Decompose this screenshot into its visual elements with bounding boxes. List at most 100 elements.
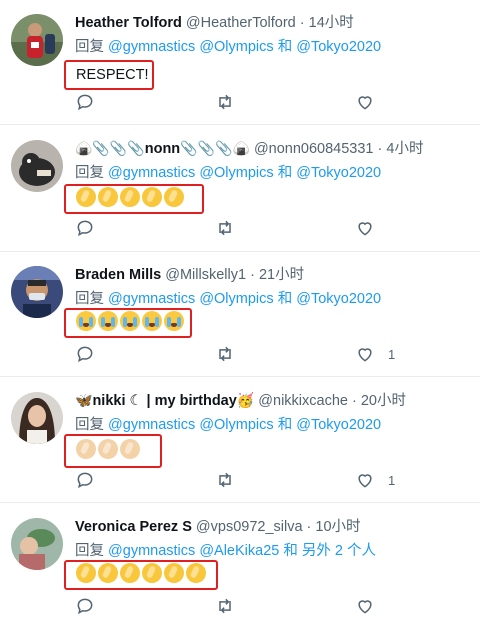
user-handle[interactable]: @Millskelly1 (165, 267, 246, 283)
retweet-icon (219, 94, 231, 110)
name-emoji: 🦋 (75, 393, 93, 409)
clap-emoji-icon (98, 439, 118, 459)
tweet-content-highlight (64, 184, 204, 214)
like-count: 1 (388, 472, 396, 488)
tweet-header: 🦋nikki ☾ | my birthday🥳 @nikkixcache · 2… (75, 390, 406, 412)
tweet[interactable]: 🍙📎📎📎nonn📎📎📎🍙 @nonn060845331 · 4小时 回复 @gy… (0, 138, 480, 250)
tweet-text (76, 187, 186, 211)
mention-link[interactable]: @gymnastics (108, 165, 195, 181)
display-name[interactable]: Heather Tolford (75, 15, 182, 31)
separator: · (347, 393, 361, 409)
display-name[interactable]: Braden Mills (75, 267, 161, 283)
tweet-text (76, 439, 142, 463)
mention-link[interactable]: @gymnastics (108, 543, 195, 559)
like-button[interactable]: 1 (355, 344, 395, 364)
timestamp[interactable]: 20小时 (361, 393, 406, 409)
timestamp[interactable]: 21小时 (259, 267, 304, 283)
mention-link[interactable]: 另外 2 个人 (302, 543, 376, 559)
reply-button[interactable] (75, 596, 95, 616)
avatar[interactable] (11, 392, 63, 444)
display-name[interactable]: Veronica Perez S (75, 519, 192, 535)
mention-link[interactable]: @Tokyo2020 (296, 291, 381, 307)
tweet[interactable]: Veronica Perez S @vps0972_silva · 10小时 回… (0, 516, 480, 619)
tweet[interactable]: 🦋nikki ☾ | my birthday🥳 @nikkixcache · 2… (0, 390, 480, 502)
like-icon (358, 222, 372, 236)
tweet-content-highlight (64, 434, 162, 468)
tweet-content-highlight (64, 308, 192, 338)
name-emoji: 📎📎📎🍙 (180, 141, 250, 157)
separator: · (246, 267, 259, 283)
reply-button[interactable] (75, 218, 95, 238)
divider (0, 251, 480, 252)
tweet-content-highlight: RESPECT! (64, 60, 154, 90)
divider (0, 376, 480, 377)
avatar[interactable] (11, 266, 63, 318)
avatar[interactable] (11, 14, 63, 66)
clap-emoji-icon (186, 563, 206, 583)
mention-link[interactable]: @Olympics (199, 291, 273, 307)
replying-to: 回复 @gymnastics @Olympics 和 @Tokyo2020 (75, 37, 381, 57)
retweet-button[interactable] (215, 218, 235, 238)
clap-emoji-icon (98, 563, 118, 583)
clap-emoji-icon (120, 187, 140, 207)
retweet-icon (219, 598, 231, 614)
reply-button[interactable] (75, 92, 95, 112)
mention-link[interactable]: @Olympics (199, 417, 273, 433)
tweet-text: RESPECT! (76, 67, 149, 83)
clap-emoji-icon (76, 563, 96, 583)
reply-prefix: 回复 (75, 39, 104, 55)
like-button[interactable] (355, 596, 388, 616)
mention-link[interactable]: @Tokyo2020 (296, 417, 381, 433)
timestamp[interactable]: 14小时 (309, 15, 354, 31)
replying-to: 回复 @gymnastics @Olympics 和 @Tokyo2020 (75, 415, 381, 435)
avatar[interactable] (11, 140, 63, 192)
mention-link[interactable]: @gymnastics (108, 417, 195, 433)
retweet-button[interactable] (215, 470, 235, 490)
clap-emoji-icon (164, 563, 184, 583)
like-icon (358, 96, 372, 110)
like-button[interactable] (355, 92, 388, 112)
like-button[interactable] (355, 218, 388, 238)
replying-to: 回复 @gymnastics @Olympics 和 @Tokyo2020 (75, 163, 381, 183)
mention-link[interactable]: @gymnastics (108, 291, 195, 307)
clap-emoji-icon (142, 563, 162, 583)
mention-link[interactable]: @Olympics (199, 39, 273, 55)
reply-prefix: 回复 (75, 543, 104, 559)
reply-prefix: 回复 (75, 291, 104, 307)
crying-emoji-icon (120, 311, 140, 331)
reply-icon (77, 220, 93, 237)
display-name[interactable]: 🍙📎📎📎nonn📎📎📎🍙 (75, 141, 250, 157)
tweet[interactable]: Braden Mills @Millskelly1 · 21小时 回复 @gym… (0, 264, 480, 376)
timestamp[interactable]: 10小时 (315, 519, 360, 535)
retweet-button[interactable] (215, 344, 235, 364)
avatar[interactable] (11, 518, 63, 570)
mention-link[interactable]: @AleKika25 (199, 543, 279, 559)
clap-emoji-icon (76, 439, 96, 459)
crying-emoji-icon (142, 311, 162, 331)
mention-link[interactable]: @Tokyo2020 (296, 165, 381, 181)
mention-joiner: 和 (283, 543, 298, 559)
clap-emoji-icon (76, 187, 96, 207)
tweet[interactable]: Heather Tolford @HeatherTolford · 14小时 回… (0, 12, 480, 124)
user-handle[interactable]: @nikkixcache (258, 393, 348, 409)
mention-link[interactable]: @Olympics (199, 165, 273, 181)
display-name[interactable]: 🦋nikki ☾ | my birthday🥳 (75, 393, 254, 409)
divider (0, 502, 480, 503)
like-icon (358, 474, 372, 488)
mention-link[interactable]: @gymnastics (108, 39, 195, 55)
crying-emoji-icon (164, 311, 184, 331)
user-handle[interactable]: @HeatherTolford (186, 15, 296, 31)
retweet-icon (219, 346, 231, 362)
like-count: 1 (388, 346, 396, 362)
like-button[interactable]: 1 (355, 470, 395, 490)
retweet-button[interactable] (215, 596, 235, 616)
mention-link[interactable]: @Tokyo2020 (296, 39, 381, 55)
timestamp[interactable]: 4小时 (386, 141, 423, 157)
user-handle[interactable]: @nonn060845331 (254, 141, 374, 157)
retweet-button[interactable] (215, 92, 235, 112)
reply-button[interactable] (75, 470, 95, 490)
reply-icon (77, 94, 93, 111)
user-handle[interactable]: @vps0972_silva (196, 519, 303, 535)
mention-joiner: 和 (277, 417, 293, 433)
reply-button[interactable] (75, 344, 95, 364)
